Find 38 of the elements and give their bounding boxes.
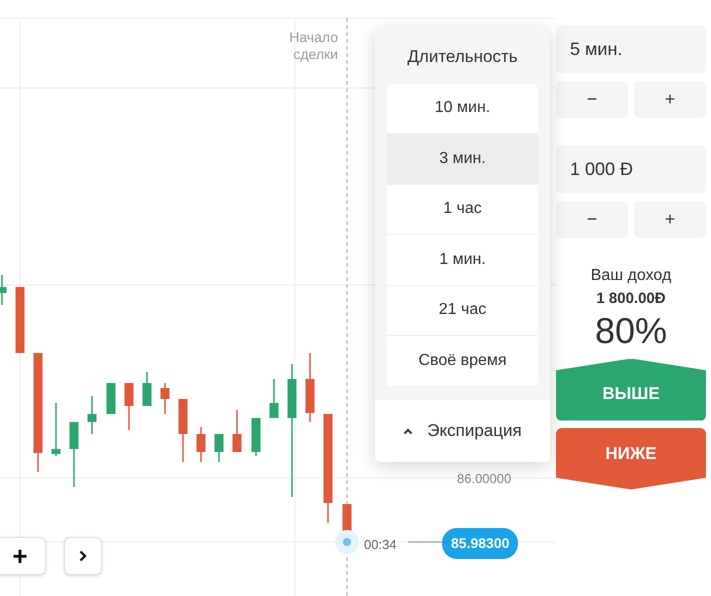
rising-candle	[0, 275, 6, 305]
lower-button[interactable]: НИЖЕ	[556, 428, 706, 490]
rising-candle	[214, 434, 224, 462]
rising-candle	[142, 372, 152, 406]
increase-button[interactable]: +	[634, 81, 706, 118]
rising-candle	[270, 379, 278, 418]
rising-candle	[70, 422, 78, 487]
timer-label: 00:34	[364, 536, 397, 554]
expiration-toggle[interactable]: Экспирация	[375, 400, 550, 462]
payout-amount: 1 800.00Đ	[595, 289, 667, 309]
chevron-right-icon	[79, 550, 87, 562]
decrease-button[interactable]: −	[556, 201, 628, 238]
menu-title: Длительность	[406, 46, 519, 68]
rising-candle	[52, 403, 60, 456]
duration-field[interactable]: 5 мин.	[556, 25, 706, 73]
duration-option[interactable]: 3 мин.	[387, 134, 538, 184]
increase-button[interactable]: +	[634, 201, 706, 238]
falling-candle	[232, 410, 242, 452]
falling-candle	[16, 287, 24, 353]
falling-candle	[178, 399, 188, 462]
falling-candle	[160, 383, 170, 414]
amount-field[interactable]: 1 000 Đ	[556, 145, 706, 193]
current-price-badge: 85.98300	[442, 528, 518, 559]
rising-candle	[252, 418, 260, 456]
next-button[interactable]	[64, 537, 102, 575]
trade-start-label: Начало сделки	[288, 29, 338, 63]
payout-percent: 80%	[594, 310, 668, 350]
falling-candle	[196, 427, 206, 462]
zoom-in-button[interactable]: +	[0, 537, 46, 575]
price-axis-label: 86.00000	[457, 470, 512, 488]
payout-label: Ваш доход	[590, 266, 672, 286]
rising-candle	[106, 383, 116, 414]
falling-candle	[306, 353, 314, 422]
rising-candle	[88, 396, 96, 434]
chevron-icon	[403, 428, 414, 434]
current-price-dot	[335, 530, 359, 554]
decrease-button[interactable]: −	[556, 81, 628, 118]
falling-candle	[124, 383, 134, 430]
